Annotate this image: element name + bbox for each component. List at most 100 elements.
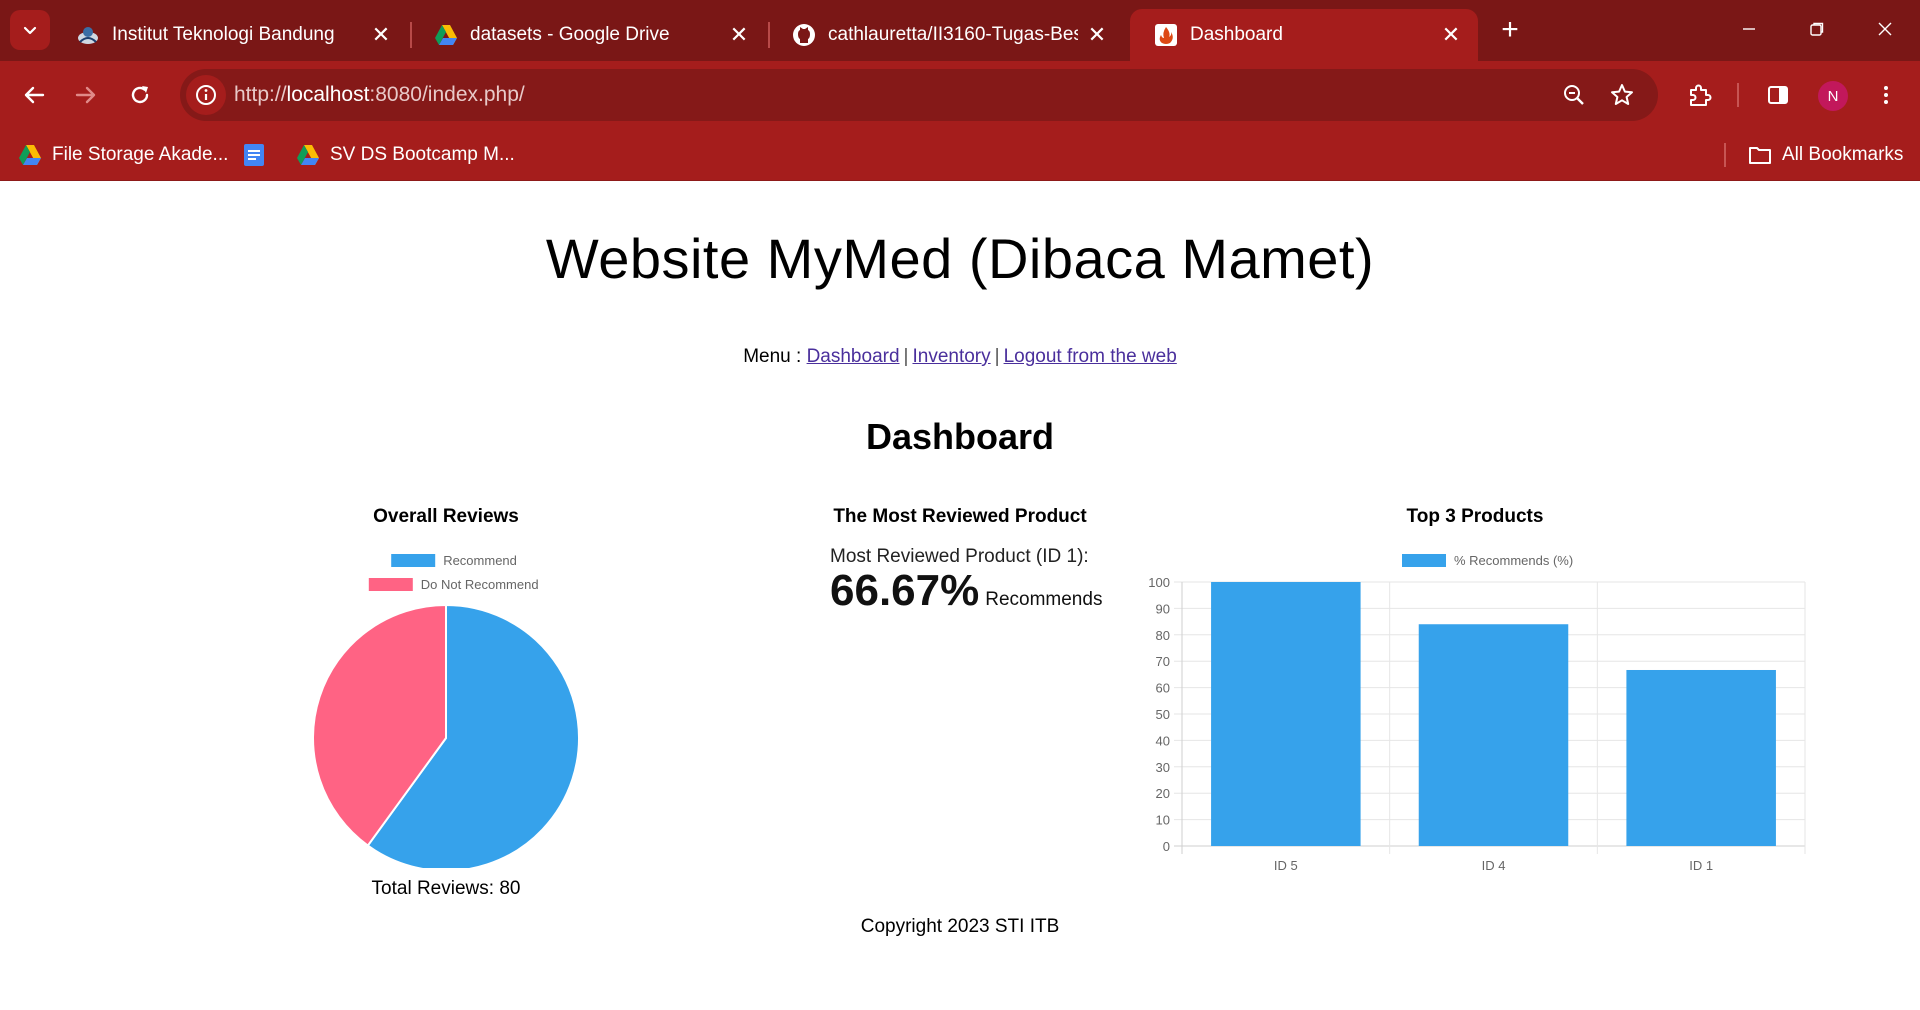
tab-dashboard[interactable]: Dashboard ✕ — [1130, 9, 1478, 61]
tab-title: Dashboard — [1190, 24, 1283, 45]
new-tab-button[interactable]: + — [1492, 12, 1528, 48]
tab-search-button[interactable] — [10, 10, 50, 50]
menu-separator: | — [994, 346, 1000, 367]
address-bar[interactable]: http://localhost:8080/index.php/ — [180, 69, 1658, 121]
url-scheme: http:// — [234, 83, 287, 106]
bar-id-1 — [1626, 669, 1776, 846]
tab-close-button[interactable]: ✕ — [726, 22, 752, 48]
close-icon — [1878, 22, 1892, 36]
top3-title: Top 3 Products — [1406, 506, 1544, 527]
total-reviews: Total Reviews: 80 — [371, 878, 521, 899]
copyright-footer: Copyright 2023 STI ITB — [860, 916, 1060, 937]
most-reviewed-stat: 66.67% Recommends — [830, 566, 1102, 616]
arrow-right-icon — [75, 86, 96, 104]
tab-github[interactable]: cathlauretta/II3160-Tugas-Besar ✕ — [768, 9, 1124, 61]
forward-button[interactable] — [66, 75, 106, 115]
bookmark-star-button[interactable] — [1606, 79, 1638, 111]
bookmarks-divider — [1724, 143, 1726, 167]
minimize-icon — [1743, 28, 1755, 30]
restore-button[interactable] — [1802, 14, 1832, 44]
y-tick-label: 20 — [1156, 786, 1170, 801]
tab-title: Institut Teknologi Bandung — [112, 24, 335, 45]
bookmarks-bar: File Storage Akade... SV DS Bootcamp M..… — [0, 129, 1920, 181]
star-icon — [1611, 84, 1633, 105]
most-reviewed-title: The Most Reviewed Product — [833, 506, 1087, 527]
menu-link-dashboard[interactable]: Dashboard — [807, 346, 900, 367]
url-text[interactable]: http://localhost:8080/index.php/ — [234, 83, 525, 107]
bookmark-sv-ds-bootcamp[interactable]: SV DS Bootcamp M... — [296, 141, 515, 169]
tab-title: cathlauretta/II3160-Tugas-Besar — [828, 24, 1078, 45]
google-drive-icon — [434, 23, 458, 47]
browser-toolbar: http://localhost:8080/index.php/ N — [0, 61, 1920, 129]
google-docs-icon — [242, 143, 266, 167]
y-tick-label: 50 — [1156, 707, 1170, 722]
codeigniter-icon — [1154, 23, 1178, 47]
arrow-left-icon — [24, 86, 45, 104]
legend-label: Recommend — [443, 553, 517, 568]
most-reviewed-unit: Recommends — [985, 589, 1103, 610]
reload-icon — [131, 86, 149, 104]
top3-bar-chart: % Recommends (%) 0 10 20 30 40 50 60 70 80 90 100 ID… — [1148, 553, 1806, 873]
reload-button[interactable] — [120, 75, 160, 115]
google-drive-icon — [296, 143, 320, 167]
tab-google-drive[interactable]: datasets - Google Drive ✕ — [410, 9, 766, 61]
info-icon — [196, 85, 216, 105]
toolbar-divider — [1737, 83, 1739, 107]
dashboard-heading: Dashboard — [865, 416, 1055, 457]
zoom-button[interactable] — [1558, 79, 1590, 111]
tab-close-button[interactable]: ✕ — [368, 22, 394, 48]
menu-link-logout[interactable]: Logout from the web — [1004, 346, 1177, 367]
zoom-icon — [1564, 85, 1584, 105]
bookmark-label: File Storage Akade... — [52, 144, 229, 165]
tab-close-button[interactable]: ✕ — [1438, 22, 1464, 48]
legend-swatch — [391, 554, 436, 567]
back-button[interactable] — [14, 75, 54, 115]
y-tick-label: 80 — [1156, 628, 1170, 643]
most-reviewed-text: Most Reviewed Product (ID 1): — [830, 546, 1089, 567]
y-tick-label: 40 — [1156, 733, 1170, 748]
legend-label: % Recommends (%) — [1454, 553, 1573, 568]
y-tick-label: 90 — [1156, 601, 1170, 616]
github-icon — [792, 23, 816, 47]
y-tick-label: 10 — [1156, 813, 1170, 828]
legend-swatch — [1402, 554, 1446, 567]
overall-reviews-pie-chart: Recommend Do Not Recommend — [312, 553, 580, 868]
y-tick-label: 70 — [1156, 654, 1170, 669]
tab-close-button[interactable]: ✕ — [1084, 22, 1110, 48]
x-tick-label: ID 5 — [1274, 858, 1298, 873]
chevron-down-icon — [23, 26, 37, 35]
extensions-button[interactable] — [1680, 75, 1720, 115]
tab-itb[interactable]: Institut Teknologi Bandung ✕ — [52, 9, 408, 61]
bookmark-file-storage[interactable]: File Storage Akade... — [18, 141, 228, 169]
page-title: Website MyMed (Dibaca Mamet) — [545, 227, 1375, 290]
folder-icon — [1748, 143, 1772, 167]
profile-avatar[interactable]: N — [1818, 81, 1848, 111]
itb-logo-icon — [76, 23, 100, 47]
menu-link-inventory[interactable]: Inventory — [912, 346, 990, 367]
browser-menu-button[interactable] — [1866, 75, 1906, 115]
side-panel-icon — [1768, 86, 1788, 104]
bookmark-google-docs[interactable] — [242, 141, 276, 169]
y-tick-label: 100 — [1148, 575, 1170, 590]
all-bookmarks-label: All Bookmarks — [1782, 144, 1904, 165]
bar-id-5 — [1211, 582, 1361, 846]
tab-title: datasets - Google Drive — [470, 24, 670, 45]
more-vertical-icon — [1884, 86, 1888, 104]
y-tick-label: 60 — [1156, 681, 1170, 696]
legend-swatch — [368, 578, 413, 591]
overall-reviews-title: Overall Reviews — [373, 506, 519, 527]
side-panel-button[interactable] — [1758, 75, 1798, 115]
legend-label: Do Not Recommend — [421, 577, 539, 592]
y-tick-label: 0 — [1163, 839, 1170, 854]
puzzle-icon — [1690, 84, 1712, 106]
web-page: Website MyMed (Dibaca Mamet) Menu : Dash… — [0, 182, 1920, 1010]
menu-separator: | — [903, 346, 909, 367]
most-reviewed-value: 66.67% — [830, 566, 980, 615]
minimize-button[interactable] — [1734, 14, 1764, 44]
all-bookmarks-button[interactable]: All Bookmarks — [1748, 141, 1903, 169]
close-window-button[interactable] — [1870, 14, 1900, 44]
x-tick-label: ID 1 — [1689, 858, 1713, 873]
menu-prefix: Menu : — [743, 346, 802, 367]
browser-tab-strip: Institut Teknologi Bandung ✕ datasets - … — [0, 0, 1920, 61]
site-info-button[interactable] — [186, 75, 226, 115]
